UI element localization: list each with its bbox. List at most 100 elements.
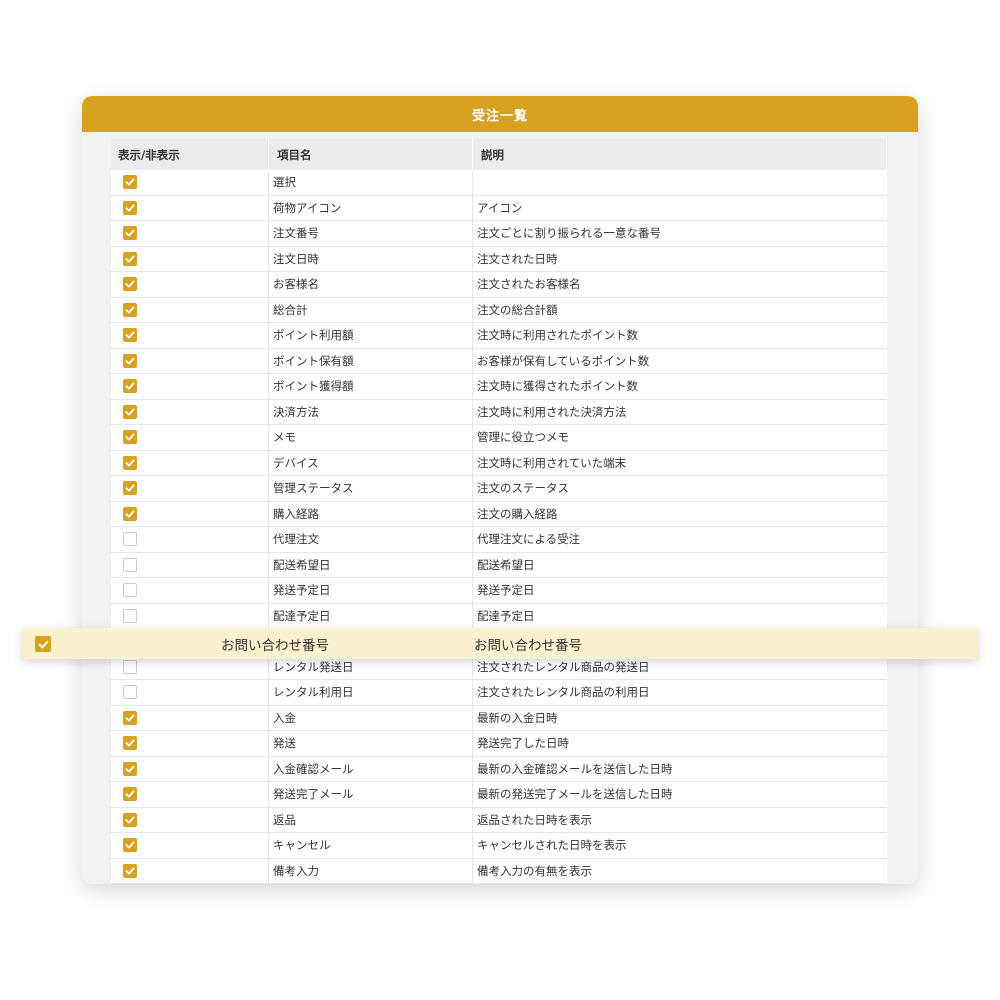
- check-icon: [125, 841, 135, 849]
- visibility-checkbox[interactable]: [123, 761, 137, 776]
- table-row: 発送予定日 発送予定日: [111, 578, 887, 604]
- row-item-name: ポイント利用額: [269, 323, 473, 348]
- row-item-name: メモ: [269, 425, 473, 450]
- visibility-checkbox[interactable]: [123, 455, 137, 470]
- row-item-name: お客様名: [269, 272, 473, 297]
- visibility-checkbox[interactable]: [123, 812, 137, 827]
- visible-cell: [111, 552, 269, 577]
- row-description: 代理注文による受注: [477, 532, 581, 547]
- visible-cell: [111, 476, 269, 501]
- visible-cell: [111, 680, 269, 705]
- header-visible: 表示/非表示: [111, 139, 269, 170]
- visibility-checkbox[interactable]: [123, 379, 137, 394]
- row-description: キャンセルされた日時を表示: [477, 838, 627, 853]
- visibility-checkbox[interactable]: [123, 583, 137, 598]
- visibility-checkbox[interactable]: [123, 557, 137, 572]
- table-row: 購入経路 注文の購入経路: [111, 501, 887, 527]
- row-item-name: 返品: [269, 807, 473, 832]
- visibility-checkbox[interactable]: [123, 863, 137, 878]
- visibility-checkbox[interactable]: [123, 710, 137, 725]
- row-description: 最新の発送完了メールを送信した日時: [477, 787, 673, 802]
- row-item-name: ポイント保有額: [269, 348, 473, 373]
- visibility-checkbox[interactable]: [123, 251, 137, 266]
- visibility-checkbox[interactable]: [123, 787, 137, 802]
- visibility-checkbox[interactable]: [35, 636, 51, 652]
- check-icon: [125, 714, 135, 722]
- table-row: 配送希望日 配送希望日: [111, 552, 887, 578]
- table-row: 総合計 注文の総合計額: [111, 297, 887, 323]
- row-description: 最新の入金日時: [477, 710, 558, 725]
- check-icon: [125, 306, 135, 314]
- visible-cell: [111, 297, 269, 322]
- row-description: 注文時に利用された決済方法: [477, 404, 627, 419]
- visibility-checkbox[interactable]: [123, 736, 137, 751]
- row-item-name: 選択: [269, 170, 473, 195]
- header-description: 説明: [473, 139, 887, 170]
- table-row: 発送 発送完了した日時: [111, 731, 887, 757]
- row-description: 発送予定日: [477, 583, 535, 598]
- visibility-checkbox[interactable]: [123, 608, 137, 623]
- row-description: お問い合わせ番号: [474, 637, 582, 654]
- row-description: 管理に役立つメモ: [477, 430, 569, 445]
- check-icon: [125, 382, 135, 390]
- header-item-name: 項目名: [269, 139, 473, 170]
- check-icon: [125, 816, 135, 824]
- visibility-checkbox[interactable]: [123, 277, 137, 292]
- row-description: 注文されたレンタル商品の利用日: [477, 685, 650, 700]
- row-description: 注文のステータス: [477, 481, 569, 496]
- table-row: デバイス 注文時に利用されていた端末: [111, 450, 887, 476]
- table-row: 荷物アイコン アイコン: [111, 195, 887, 221]
- check-icon: [125, 510, 135, 518]
- table-row: ポイント保有額 お客様が保有しているポイント数: [111, 348, 887, 374]
- visible-cell: [111, 450, 269, 475]
- row-item-name: 備考入力: [269, 858, 473, 883]
- table-row: 注文日時 注文された日時: [111, 246, 887, 272]
- visibility-checkbox[interactable]: [123, 302, 137, 317]
- check-icon: [125, 739, 135, 747]
- check-icon: [125, 229, 135, 237]
- visibility-checkbox[interactable]: [123, 481, 137, 496]
- visibility-checkbox[interactable]: [123, 506, 137, 521]
- visible-cell: [111, 756, 269, 781]
- check-icon: [38, 640, 48, 648]
- table-row: ポイント利用額 注文時に利用されたポイント数: [111, 323, 887, 349]
- table-row: 決済方法 注文時に利用された決済方法: [111, 399, 887, 425]
- table-row: 選択: [111, 170, 887, 196]
- visible-cell: [111, 399, 269, 424]
- visibility-checkbox[interactable]: [123, 838, 137, 853]
- row-item-name: レンタル利用日: [269, 680, 473, 705]
- visible-cell: [111, 807, 269, 832]
- visibility-checkbox[interactable]: [123, 404, 137, 419]
- visibility-checkbox[interactable]: [123, 226, 137, 241]
- visibility-checkbox[interactable]: [123, 353, 137, 368]
- visible-cell: [111, 603, 269, 628]
- table-row: 入金確認メール 最新の入金確認メールを送信した日時: [111, 756, 887, 782]
- visibility-checkbox[interactable]: [123, 200, 137, 215]
- check-icon: [125, 255, 135, 263]
- visibility-checkbox[interactable]: [123, 175, 137, 190]
- row-description: 配達予定日: [477, 608, 535, 623]
- visibility-checkbox[interactable]: [123, 430, 137, 445]
- row-description: 注文時に利用されていた端末: [477, 455, 627, 470]
- table-row: ポイント獲得額 注文時に獲得されたポイント数: [111, 374, 887, 400]
- row-item-name: 発送: [269, 731, 473, 756]
- row-description: 配送希望日: [477, 557, 535, 572]
- row-item-name: 総合計: [269, 297, 473, 322]
- visibility-checkbox[interactable]: [123, 685, 137, 700]
- row-item-name: 管理ステータス: [269, 476, 473, 501]
- visibility-checkbox[interactable]: [123, 659, 137, 674]
- visibility-checkbox[interactable]: [123, 328, 137, 343]
- row-description: 注文の購入経路: [477, 506, 558, 521]
- highlighted-row[interactable]: お問い合わせ番号 お問い合わせ番号: [22, 628, 978, 659]
- row-item-name: 代理注文: [269, 527, 473, 552]
- table-row: レンタル利用日 注文されたレンタル商品の利用日: [111, 680, 887, 706]
- visible-cell: [111, 195, 269, 220]
- visibility-checkbox[interactable]: [123, 532, 137, 547]
- row-item-name: 発送予定日: [269, 578, 473, 603]
- row-description: 注文された日時: [477, 251, 558, 266]
- row-item-name: 入金: [269, 705, 473, 730]
- check-icon: [125, 765, 135, 773]
- order-list-settings-panel: 受注一覧 表示/非表示 項目名 説明 選択 荷物アイコン アイコン 注文番号 注文ごとに…: [82, 96, 918, 884]
- table-row: 備考入力 備考入力の有無を表示: [111, 858, 887, 884]
- row-item-name: お問い合わせ番号: [221, 637, 329, 654]
